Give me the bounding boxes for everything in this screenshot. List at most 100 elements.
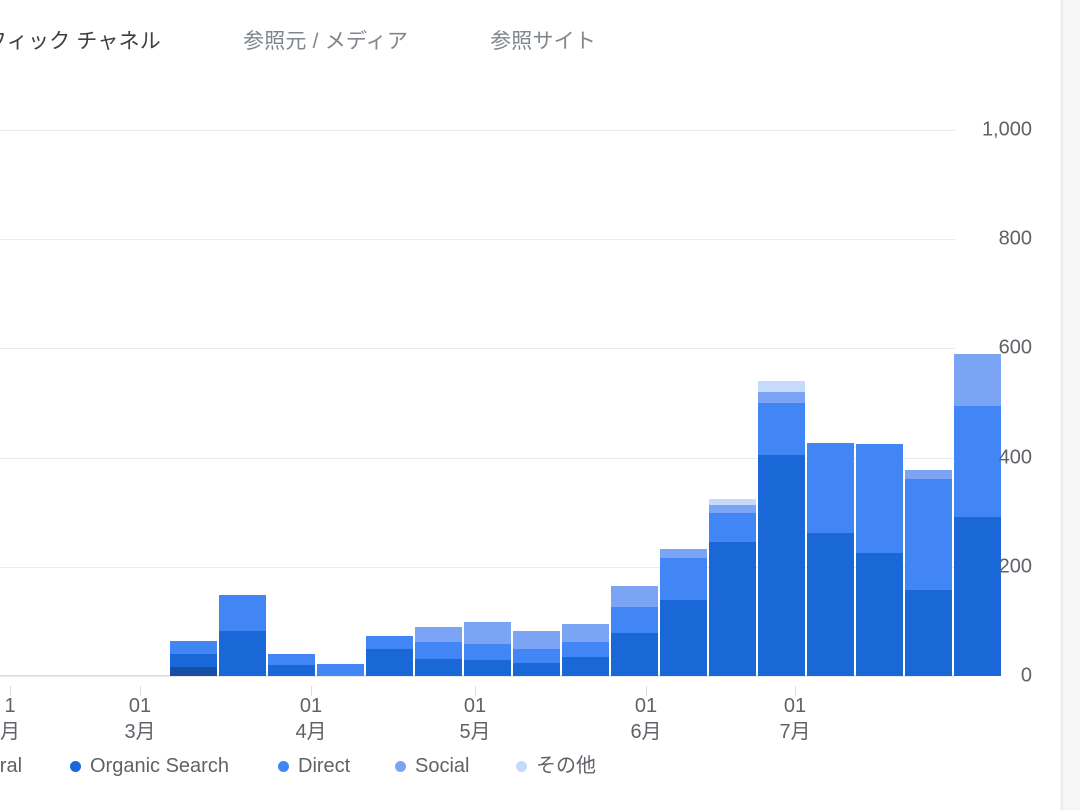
bar-segment	[464, 659, 511, 676]
x-axis-tick-month: 6月	[630, 720, 662, 743]
bar-segment	[611, 633, 658, 676]
bar-stack[interactable]	[219, 594, 266, 676]
x-axis-tick-label: 1月	[0, 694, 20, 745]
x-axis-tick-month: 4月	[295, 720, 327, 743]
y-axis-tick-label: 1,000	[981, 118, 1032, 141]
x-axis-tick-month: 月	[0, 720, 20, 743]
y-axis-tick-label: 800	[998, 227, 1032, 250]
legend-color-dot	[278, 760, 289, 772]
legend-item[interactable]: その他	[516, 756, 596, 776]
bar-segment	[317, 664, 364, 676]
bar-segment	[807, 532, 854, 676]
tab-traffic-channel[interactable]: フィック チャネル	[0, 31, 161, 52]
x-axis-tick-day: 1	[4, 695, 16, 717]
bar-segment	[268, 653, 315, 665]
bar-segment	[562, 656, 609, 676]
legend-label: Organic Search	[90, 755, 229, 777]
y-axis-tick-label: 400	[998, 446, 1032, 469]
bar-segment	[611, 586, 658, 607]
legend-label: Social	[415, 755, 470, 777]
report-card: フィック チャネル 参照元 / メディア 参照サイト 0 200 400 600 800…	[0, 0, 1063, 810]
bar-segment	[562, 641, 609, 657]
bar-segment	[856, 443, 903, 554]
legend-label: その他	[536, 755, 596, 777]
x-axis-tick-day: 01	[463, 695, 487, 717]
bar-segment	[268, 664, 315, 676]
bar-segment	[758, 454, 805, 676]
bar-stack[interactable]	[366, 635, 413, 676]
legend-item[interactable]: Social	[395, 756, 469, 776]
bar-stack[interactable]	[170, 640, 217, 676]
bar-stack[interactable]	[415, 626, 462, 676]
bar-segment	[219, 594, 266, 631]
legend-item[interactable]: erral	[0, 756, 22, 776]
bar-segment	[170, 654, 217, 668]
bar-segment	[905, 469, 952, 480]
legend-label: Direct	[298, 755, 351, 777]
y-axis-tick-label: 600	[998, 336, 1032, 359]
legend-item[interactable]: Direct	[278, 756, 350, 776]
bar-stack[interactable]	[513, 631, 560, 676]
bar-segment	[170, 667, 217, 676]
bar-segment	[513, 648, 560, 664]
bar-stack[interactable]	[562, 624, 609, 676]
bar-segment	[660, 549, 707, 558]
bar-segment	[660, 599, 707, 676]
legend-color-dot	[70, 760, 81, 772]
bar-segment	[464, 643, 511, 660]
bar-segment	[905, 479, 952, 591]
bar-stack[interactable]	[317, 664, 364, 676]
bar-segment	[513, 663, 560, 676]
legend-label: erral	[0, 755, 23, 777]
bar-segment	[415, 641, 462, 660]
tab-referral-site[interactable]: 参照サイト	[490, 31, 596, 52]
bar-segment	[562, 624, 609, 642]
bar-stack[interactable]	[856, 443, 903, 676]
x-axis-tick-label: 01 4月	[295, 694, 326, 745]
x-axis-tick-label: 01 3月	[124, 694, 155, 745]
bar-segment	[415, 626, 462, 642]
y-axis-tick-label: 0	[1020, 664, 1032, 687]
bar-segment	[219, 630, 266, 676]
stacked-bar-chart: 0 200 400 600 800 1,000 1 月 01 3月 01 4月 01 5月 01 6月 01 7…	[0, 119, 1063, 743]
bar-segment	[366, 649, 413, 676]
x-axis-tick-month: 3月	[124, 720, 156, 743]
bar-series-group	[0, 130, 1001, 676]
legend-item[interactable]: Organic Search	[70, 756, 229, 776]
legend-color-dot	[516, 760, 527, 772]
bar-segment	[513, 631, 560, 649]
bar-segment	[415, 659, 462, 676]
bar-segment	[758, 392, 805, 404]
bar-stack[interactable]	[709, 499, 756, 676]
bar-segment	[709, 512, 756, 542]
bar-segment	[660, 557, 707, 600]
tab-source-medium[interactable]: 参照元 / メディア	[243, 31, 408, 52]
bar-stack[interactable]	[807, 442, 854, 676]
bar-segment	[856, 553, 903, 676]
bar-stack[interactable]	[905, 469, 952, 676]
x-axis-tick-month: 7月	[779, 720, 811, 743]
bar-segment	[758, 403, 805, 455]
bar-stack[interactable]	[758, 381, 805, 676]
bar-segment	[464, 621, 511, 644]
bar-stack[interactable]	[268, 653, 315, 676]
tab-bar: フィック チャネル 参照元 / メディア 参照サイト	[0, 0, 1063, 82]
bar-segment	[709, 504, 756, 513]
chart-legend: erral Organic Search Direct Social その他	[0, 748, 1063, 784]
y-axis-labels: 0 200 400 600 800 1,000	[962, 119, 1032, 687]
bar-segment	[758, 381, 805, 393]
bar-segment	[905, 590, 952, 676]
bar-segment	[170, 640, 217, 655]
x-axis-tick-day: 01	[783, 695, 807, 717]
bar-segment	[807, 442, 854, 533]
x-axis-tick-day: 01	[299, 695, 323, 717]
page-gutter	[1063, 0, 1080, 810]
x-axis-tick-day: 01	[634, 695, 658, 717]
bar-segment	[611, 606, 658, 634]
bar-stack[interactable]	[464, 621, 511, 676]
bar-stack[interactable]	[611, 586, 658, 676]
bar-stack[interactable]	[660, 549, 707, 676]
bar-segment	[366, 635, 413, 650]
x-axis-tick-day: 01	[128, 695, 152, 717]
screen-root: フィック チャネル 参照元 / メディア 参照サイト 0 200 400 600 800…	[0, 0, 1080, 810]
